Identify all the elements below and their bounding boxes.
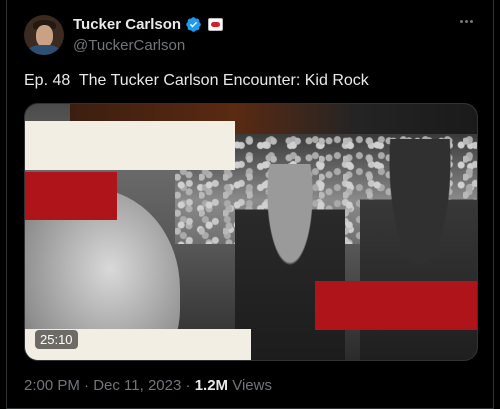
- graphic-bar-cream-top: [25, 121, 235, 170]
- meta-separator: ·: [79, 377, 94, 394]
- post-meta: 2:00 PM · Dec 11, 2023 · 1.2M Views: [24, 377, 272, 394]
- views-count: 1.2M: [194, 377, 229, 394]
- verified-badge-icon: [186, 17, 201, 32]
- man-in-suit: [235, 164, 345, 360]
- post-text: Ep. 48 The Tucker Carlson Encounter: Kid…: [24, 72, 369, 89]
- video-thumbnail[interactable]: 25:10: [24, 103, 478, 361]
- display-name[interactable]: Tucker Carlson: [73, 16, 181, 33]
- user-handle[interactable]: @TuckerCarlson: [73, 37, 185, 54]
- author-name-row: Tucker Carlson: [73, 16, 224, 33]
- post-time[interactable]: 2:00 PM: [24, 377, 80, 394]
- avatar-face: [36, 25, 53, 47]
- meta-separator: ·: [181, 377, 195, 394]
- avatar[interactable]: [24, 15, 64, 55]
- more-options-icon[interactable]: [460, 20, 473, 23]
- graphic-bar-red-right: [315, 281, 477, 330]
- affiliate-badge-icon[interactable]: [208, 18, 224, 31]
- views-label: Views: [228, 377, 272, 394]
- video-duration-badge: 25:10: [35, 330, 78, 349]
- post-date[interactable]: Dec 11, 2023: [93, 377, 181, 394]
- tweet-card: Tucker Carlson @TuckerCarlson Ep. 48 The…: [6, 0, 494, 409]
- avatar-shirt: [28, 45, 60, 55]
- graphic-bar-red-left: [25, 172, 117, 220]
